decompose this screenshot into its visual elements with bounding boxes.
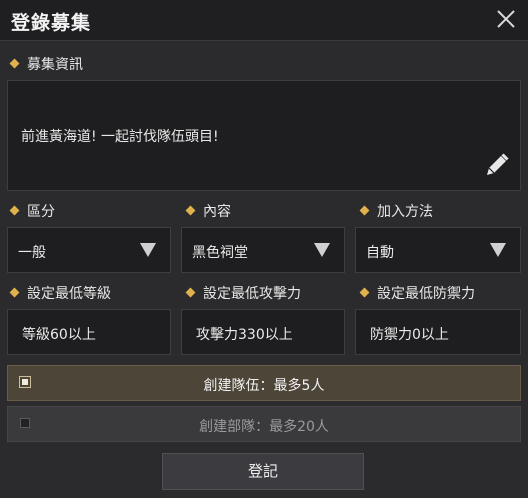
recruit-info-text: 前進黃海道! 一起討伐隊伍頭目! xyxy=(21,129,219,145)
diamond-bullet-icon xyxy=(359,205,370,215)
category-dropdown[interactable]: 一般 xyxy=(7,227,171,273)
content-label: 內容 xyxy=(185,201,231,221)
min-defense-field[interactable]: 防禦力0以上 xyxy=(355,309,521,355)
diamond-bullet-icon xyxy=(9,287,20,297)
min-attack-value: 攻擊力330以上 xyxy=(196,327,293,343)
join-method-label: 加入方法 xyxy=(359,201,433,221)
join-method-dropdown[interactable]: 自動 xyxy=(355,227,521,273)
content-value: 黑色祠堂 xyxy=(192,245,248,261)
min-attack-field[interactable]: 攻擊力330以上 xyxy=(181,309,345,355)
create-raid-label: 創建部隊：最多20人 xyxy=(199,419,329,435)
diamond-bullet-icon xyxy=(359,287,370,297)
triangle-down-icon xyxy=(490,243,506,257)
close-icon[interactable] xyxy=(494,7,518,31)
content-dropdown[interactable]: 黑色祠堂 xyxy=(181,227,345,273)
category-label: 區分 xyxy=(9,201,55,221)
min-level-value: 等級60以上 xyxy=(22,327,96,343)
category-value: 一般 xyxy=(18,245,46,261)
min-attack-label: 設定最低攻擊力 xyxy=(185,283,301,303)
create-party-option[interactable]: 創建隊伍：最多5人 xyxy=(7,365,521,401)
min-level-label: 設定最低等級 xyxy=(9,283,111,303)
diamond-bullet-icon xyxy=(185,287,196,297)
register-button[interactable]: 登記 xyxy=(162,453,364,490)
min-defense-value: 防禦力0以上 xyxy=(370,327,449,343)
triangle-down-icon xyxy=(140,243,156,257)
pencil-icon[interactable] xyxy=(484,152,510,178)
triangle-down-icon xyxy=(314,243,330,257)
min-level-field[interactable]: 等級60以上 xyxy=(7,309,171,355)
window-title: 登錄募集 xyxy=(11,12,92,34)
recruit-info-textarea[interactable]: 前進黃海道! 一起討伐隊伍頭目! xyxy=(7,80,521,191)
create-party-label: 創建隊伍：最多5人 xyxy=(203,378,325,394)
join-method-value: 自動 xyxy=(366,245,394,261)
create-raid-option[interactable]: 創建部隊：最多20人 xyxy=(7,406,521,442)
diamond-bullet-icon xyxy=(9,58,20,68)
diamond-bullet-icon xyxy=(9,205,20,215)
diamond-bullet-icon xyxy=(185,205,196,215)
title-bar: 登錄募集 xyxy=(0,0,528,41)
min-defense-label: 設定最低防禦力 xyxy=(359,283,475,303)
recruit-info-label: 募集資訊 xyxy=(9,54,83,74)
